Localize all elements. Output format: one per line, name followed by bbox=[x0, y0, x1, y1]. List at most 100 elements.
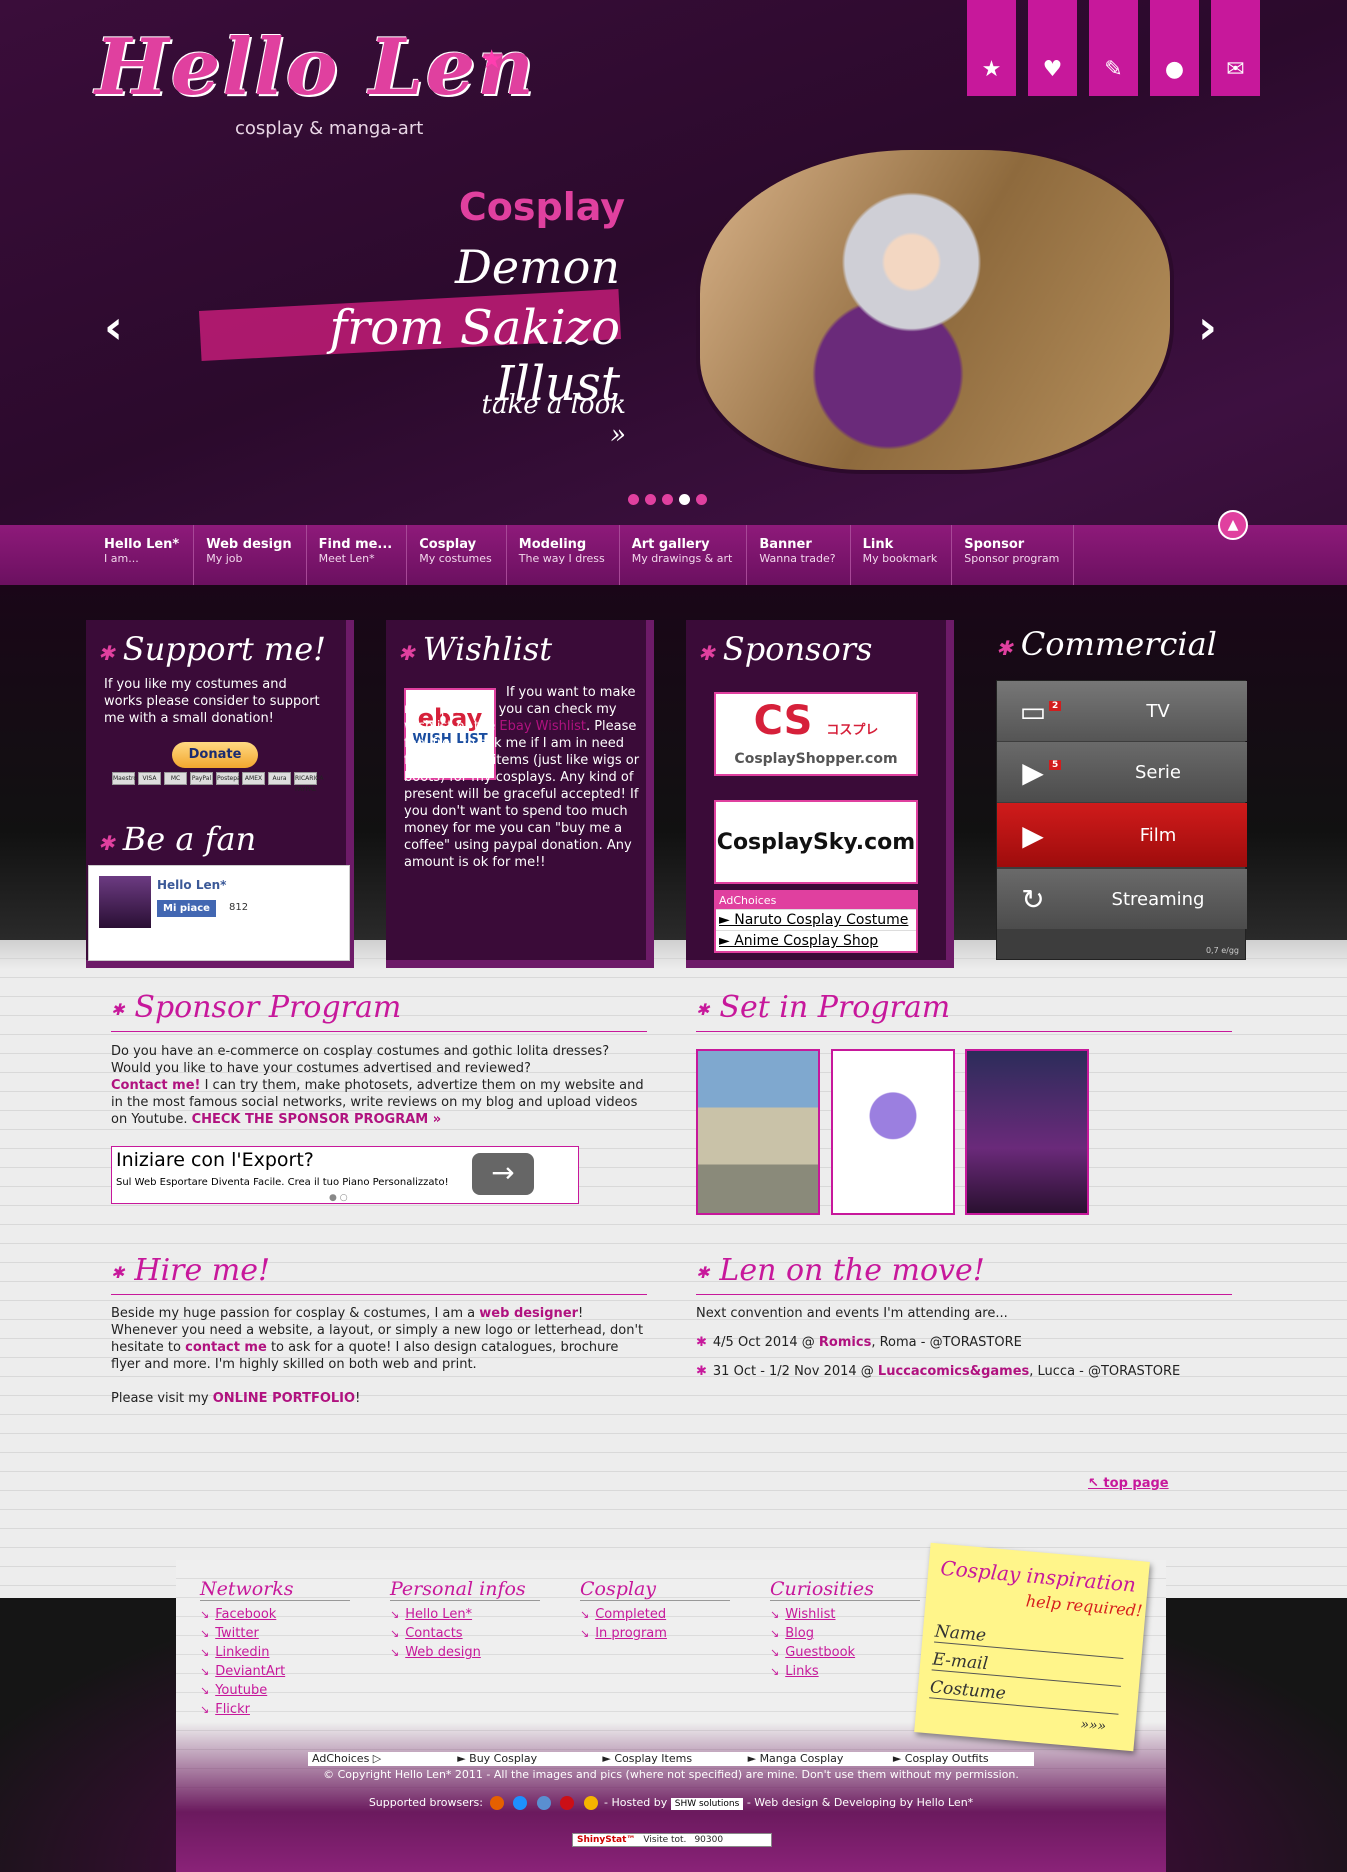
footer-link-linkedin[interactable]: Linkedin bbox=[215, 1645, 269, 1660]
footer-link-in-program[interactable]: In program bbox=[595, 1626, 667, 1641]
nav-item-cosplay[interactable]: Cosplay My costumes bbox=[407, 525, 507, 585]
commercial-row-tv[interactable]: ▭ 2 TV bbox=[997, 681, 1247, 741]
commercial-row-streaming[interactable]: ↻ Streaming bbox=[997, 869, 1247, 929]
shinystat-counter[interactable]: ShinyStat™ Visite tot. 90300 bbox=[572, 1833, 772, 1847]
ad-link[interactable]: ► Manga Cosplay bbox=[744, 1752, 889, 1766]
row-label: Film bbox=[1139, 824, 1177, 846]
footer-col-title: Curiosities bbox=[770, 1578, 920, 1601]
like-count: 812 bbox=[229, 902, 249, 913]
slide-photo[interactable] bbox=[700, 150, 1170, 470]
commercial-row-film[interactable]: ▶ Film bbox=[997, 803, 1247, 867]
footer-link-contacts[interactable]: Contacts bbox=[405, 1626, 462, 1641]
adchoices-label[interactable]: AdChoices bbox=[716, 892, 916, 909]
nav-item-web-design[interactable]: Web design My job bbox=[194, 525, 307, 585]
footer-link-deviantart[interactable]: DeviantArt bbox=[215, 1664, 285, 1679]
note-title: Cosplay inspiration bbox=[939, 1555, 1137, 1597]
ad-link[interactable]: ► Anime Cosplay Shop bbox=[716, 930, 916, 951]
ad-link[interactable]: ► Buy Cosplay bbox=[453, 1752, 598, 1766]
chat-icon[interactable]: ● bbox=[1150, 0, 1199, 96]
slider-prev-arrow[interactable]: ‹ bbox=[104, 300, 123, 354]
design-credit: - Web design & Developing by Hello Len* bbox=[746, 1796, 974, 1809]
arrow-icon: ↘ bbox=[390, 1627, 400, 1640]
contact-me-link[interactable]: Contact me! bbox=[111, 1078, 200, 1093]
ad-link[interactable]: ► Cosplay Items bbox=[598, 1752, 743, 1766]
site-logo[interactable]: Hello Len ★ cosplay & manga-art bbox=[95, 20, 555, 150]
footer-link-flickr[interactable]: Flickr bbox=[215, 1702, 250, 1717]
nav-item-modeling[interactable]: Modeling The way I dress bbox=[507, 525, 620, 585]
footer-link-guestbook[interactable]: Guestbook bbox=[785, 1645, 855, 1660]
nav-item-hello-len[interactable]: Hello Len* I am... bbox=[92, 525, 195, 585]
adchoices-label[interactable]: AdChoices ▷ bbox=[308, 1752, 453, 1766]
export-ad[interactable]: Iniziare con l'Export? Sul Web Esportare… bbox=[111, 1146, 579, 1204]
footer-link-youtube[interactable]: Youtube bbox=[215, 1683, 267, 1698]
slider-next-arrow[interactable]: › bbox=[1198, 300, 1217, 354]
ad-link[interactable]: ► Cosplay Outfits bbox=[889, 1752, 1034, 1766]
footer-link-twitter[interactable]: Twitter bbox=[215, 1626, 259, 1641]
nav-title: Web design bbox=[206, 537, 292, 552]
footer-link-blog[interactable]: Blog bbox=[785, 1626, 814, 1641]
pencil-icon[interactable]: ✎ bbox=[1089, 0, 1138, 96]
slide-take-a-look-link[interactable]: take a look » bbox=[460, 390, 627, 450]
slider-dot[interactable] bbox=[645, 494, 656, 505]
events-list: Next convention and events I'm attending… bbox=[696, 1305, 1236, 1392]
nav-sub: The way I dress bbox=[518, 552, 605, 565]
nav-item-link[interactable]: Link My bookmark bbox=[851, 525, 953, 585]
cs-url: CosplayShopper.com bbox=[734, 751, 898, 767]
star-icon: ✱ bbox=[698, 641, 715, 665]
film-icon: ▶ bbox=[1022, 818, 1044, 852]
scroll-up-icon[interactable]: ▲ bbox=[1218, 510, 1248, 540]
nav-item-art-gallery[interactable]: Art gallery My drawings & art bbox=[620, 525, 748, 585]
lucca-link[interactable]: Luccacomics&games bbox=[878, 1364, 1029, 1379]
cosplaysky-ad[interactable]: CosplaySky.com bbox=[714, 800, 918, 884]
paypal-icon: PayPal bbox=[190, 772, 213, 785]
like-button[interactable]: Mi piace bbox=[157, 900, 216, 917]
footer-link-wishlist[interactable]: Wishlist bbox=[785, 1607, 835, 1622]
footer-link-web-design[interactable]: Web design bbox=[405, 1645, 481, 1660]
slider-dot[interactable] bbox=[628, 494, 639, 505]
stat-label: Visite tot. bbox=[643, 1835, 687, 1845]
cs-logo: CS bbox=[753, 698, 813, 744]
commercial-row-serie[interactable]: ▶ 5 Serie bbox=[997, 742, 1247, 802]
nav-item-banner[interactable]: Banner Wanna trade? bbox=[747, 525, 851, 585]
avatar[interactable] bbox=[99, 876, 151, 928]
nav-item-find-me[interactable]: Find me... Meet Len* bbox=[307, 525, 408, 585]
top-page-link[interactable]: ↖ top page bbox=[1088, 1476, 1169, 1491]
fan-page-name[interactable]: Hello Len* bbox=[157, 878, 226, 892]
donate-button[interactable]: Donate bbox=[172, 742, 258, 768]
ad-link[interactable]: ► Naruto Cosplay Costume bbox=[716, 909, 916, 930]
star-icon: ✱ bbox=[696, 1262, 710, 1282]
supported-browsers: Supported browsers: - Hosted by SHW solu… bbox=[176, 1796, 1166, 1810]
contact-me-link[interactable]: contact me bbox=[185, 1340, 267, 1355]
romics-link[interactable]: Romics bbox=[819, 1335, 871, 1350]
maestro-card-icon: Maestro bbox=[112, 772, 137, 785]
star-icon: ✱ bbox=[996, 636, 1013, 660]
arrow-right-icon[interactable]: → bbox=[472, 1153, 534, 1195]
footer-link-links[interactable]: Links bbox=[785, 1664, 818, 1679]
star-icon: ✱ bbox=[696, 1364, 707, 1379]
cosplayshopper-ad[interactable]: CS コスプレ CosplayShopper.com bbox=[714, 692, 918, 776]
sponsor-program-link[interactable]: CHECK THE SPONSOR PROGRAM » bbox=[192, 1112, 442, 1127]
online-portfolio-link[interactable]: ONLINE PORTFOLIO bbox=[213, 1391, 355, 1406]
main-nav: Hello Len* I am... Web design My job Find … bbox=[0, 525, 1347, 585]
slider-dot-active[interactable] bbox=[679, 494, 690, 505]
nav-item-sponsor[interactable]: Sponsor Sponsor program bbox=[952, 525, 1075, 585]
footer-link-completed[interactable]: Completed bbox=[595, 1607, 666, 1622]
ebay-wishlist-link[interactable]: Ebay Wishlist bbox=[499, 719, 586, 734]
slider-dot[interactable] bbox=[696, 494, 707, 505]
set-thumbnail[interactable] bbox=[831, 1049, 955, 1215]
footer-link-hello-len[interactable]: Hello Len* bbox=[405, 1607, 472, 1622]
set-thumbnail[interactable] bbox=[965, 1049, 1089, 1215]
host-logo[interactable]: SHW solutions bbox=[670, 1798, 744, 1810]
set-thumbnail[interactable] bbox=[696, 1049, 820, 1215]
slider-dot[interactable] bbox=[662, 494, 673, 505]
nav-sub: I am... bbox=[104, 552, 139, 565]
refresh-icon: ↻ bbox=[1021, 882, 1045, 916]
heart-icon[interactable]: ♥ bbox=[1028, 0, 1077, 96]
mail-icon[interactable]: ✉ bbox=[1211, 0, 1260, 96]
footer-col-cosplay: Cosplay ↘ Completed ↘ In program bbox=[580, 1578, 730, 1643]
footer-link-facebook[interactable]: Facebook bbox=[215, 1607, 276, 1622]
nav-sub: My costumes bbox=[419, 552, 492, 565]
web-designer-link[interactable]: web designer bbox=[479, 1306, 578, 1321]
star-icon[interactable]: ★ bbox=[967, 0, 1016, 96]
submit-button[interactable]: »»» bbox=[1080, 1717, 1107, 1735]
